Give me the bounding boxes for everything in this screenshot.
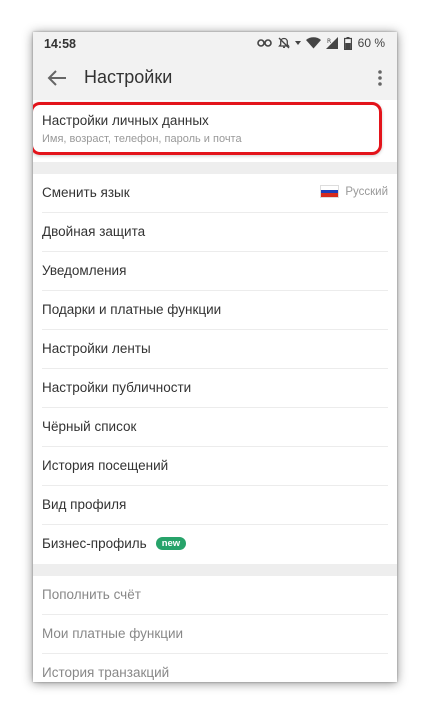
settings-item-label: Подарки и платные функции — [42, 302, 222, 317]
notification-dot-icon — [294, 40, 301, 46]
payment-item-label: Пополнить счёт — [42, 587, 141, 602]
settings-item-feed[interactable]: Настройки ленты — [33, 330, 397, 369]
settings-item-profile-view[interactable]: Вид профиля — [33, 486, 397, 525]
settings-item-notifications[interactable]: Уведомления — [33, 252, 397, 291]
settings-item-label: Двойная защита — [42, 224, 146, 239]
arrow-left-icon[interactable] — [47, 69, 67, 87]
personal-data-settings-item[interactable]: Настройки личных данных Имя, возраст, те… — [33, 100, 397, 162]
highlight-outline — [33, 102, 382, 155]
business-profile-text: Бизнес-профиль — [42, 536, 147, 551]
mute-icon — [277, 37, 290, 49]
settings-item-business-profile[interactable]: Бизнес-профиль new — [33, 525, 397, 564]
section-divider — [33, 162, 397, 174]
settings-item-publicity[interactable]: Настройки публичности — [33, 369, 397, 408]
settings-item-label: История посещений — [42, 458, 169, 473]
status-icons: R 60 % — [256, 36, 385, 50]
section-divider — [33, 564, 397, 576]
signal-icon: R — [325, 37, 339, 49]
payment-item-top-up[interactable]: Пополнить счёт — [33, 576, 397, 615]
wifi-icon — [305, 37, 321, 49]
language-value: Русский — [320, 185, 388, 198]
app-bar: Настройки — [33, 56, 397, 100]
personal-data-title: Настройки личных данных — [42, 113, 209, 128]
settings-item-blacklist[interactable]: Чёрный список — [33, 408, 397, 447]
russian-flag-icon — [320, 185, 340, 198]
settings-item-visit-history[interactable]: История посещений — [33, 447, 397, 486]
battery-percent: 60 % — [357, 36, 385, 50]
more-vert-icon[interactable] — [377, 68, 383, 88]
settings-list: Сменить язык Русский Двойная защита Увед… — [33, 174, 397, 564]
page-title: Настройки — [84, 67, 173, 87]
payment-list: Пополнить счёт Мои платные функции Истор… — [33, 576, 397, 682]
settings-item-label: Чёрный список — [42, 419, 137, 434]
settings-item-gifts-paid[interactable]: Подарки и платные функции — [33, 291, 397, 330]
status-time: 14:58 — [44, 37, 76, 51]
payment-item-label: История транзакций — [42, 665, 170, 680]
status-bar: 14:58 R 60 % — [33, 32, 397, 56]
payment-item-transactions[interactable]: История транзакций — [33, 654, 397, 682]
payment-item-my-paid-features[interactable]: Мои платные функции — [33, 615, 397, 654]
key-icon — [256, 38, 273, 48]
settings-item-label: Сменить язык — [42, 185, 130, 200]
settings-item-label: Уведомления — [42, 263, 127, 278]
settings-item-label: Настройки ленты — [42, 341, 151, 356]
new-badge: new — [155, 537, 187, 550]
settings-item-change-language[interactable]: Сменить язык Русский — [33, 174, 397, 213]
personal-data-subtitle: Имя, возраст, телефон, пароль и почта — [42, 133, 242, 145]
settings-item-label: Настройки публичности — [42, 380, 192, 395]
language-name: Русский — [345, 185, 388, 198]
battery-icon — [343, 36, 352, 50]
settings-item-label: Вид профиля — [42, 497, 127, 512]
svg-text:R: R — [327, 38, 331, 45]
phone-screen: 14:58 R 60 % Настройки Настройки личных … — [33, 32, 397, 682]
settings-item-two-factor[interactable]: Двойная защита — [33, 213, 397, 252]
settings-content: Настройки личных данных Имя, возраст, те… — [33, 100, 397, 682]
settings-item-label: Бизнес-профиль new — [42, 536, 187, 551]
payment-item-label: Мои платные функции — [42, 626, 184, 641]
